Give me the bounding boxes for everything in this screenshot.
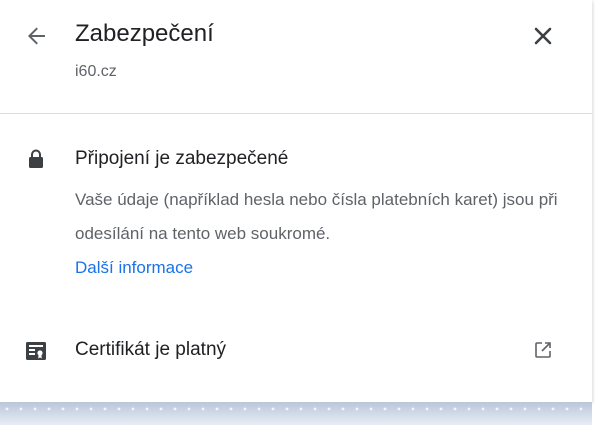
back-button[interactable]	[20, 20, 52, 52]
close-icon	[534, 27, 552, 45]
certificate-icon	[26, 342, 46, 360]
certificate-label: Certifikát je platný	[75, 339, 227, 360]
close-button[interactable]	[527, 20, 559, 52]
lock-icon	[29, 149, 43, 168]
security-panel: Zabezpečení i60.cz Připojení je zabezpeč…	[0, 0, 592, 402]
arrow-back-icon	[28, 27, 45, 45]
more-info-link[interactable]: Další informace	[75, 258, 193, 278]
certificate-row[interactable]: Certifikát je platný	[0, 325, 592, 377]
site-domain: i60.cz	[75, 63, 117, 80]
open-in-new-icon	[535, 342, 551, 358]
connection-description: Vaše údaje (například hesla nebo čísla p…	[75, 190, 558, 243]
background-page-strip	[0, 402, 592, 425]
background-pattern	[0, 404, 592, 414]
page-title: Zabezpečení	[75, 20, 214, 47]
divider	[0, 113, 592, 114]
panel-header: Zabezpečení i60.cz	[0, 0, 592, 108]
connection-status-title: Připojení je zabezpečené	[75, 148, 289, 169]
